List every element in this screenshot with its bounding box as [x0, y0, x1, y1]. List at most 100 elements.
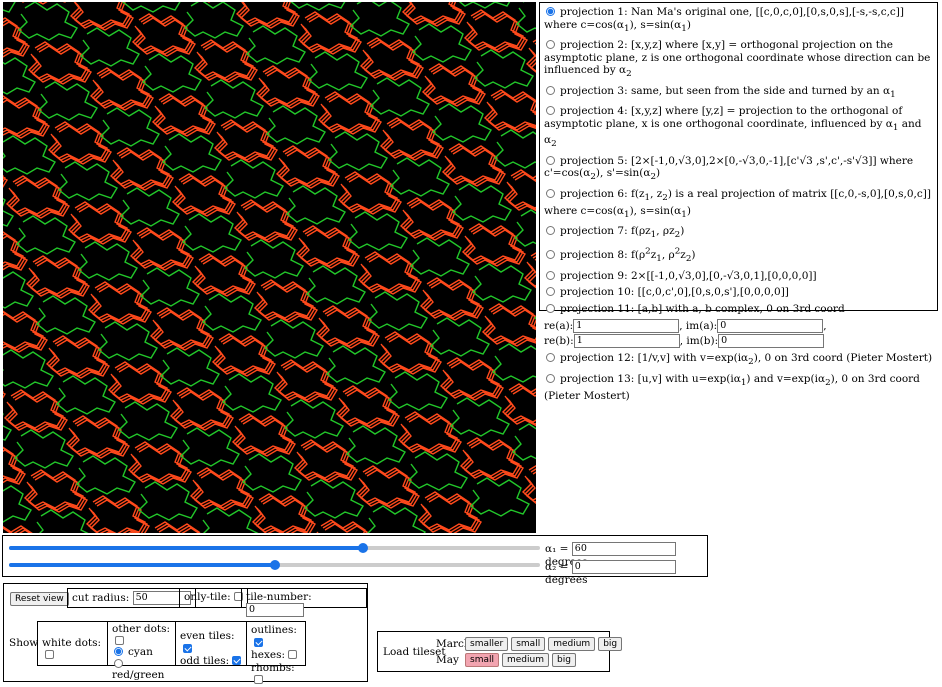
even-tiles-checkbox[interactable] [183, 643, 192, 653]
tile-outline [67, 201, 132, 245]
im-b-label: , im(b): [679, 335, 719, 348]
tile-outline [235, 2, 300, 29]
tile-outline [369, 77, 430, 117]
march-medium-button[interactable]: medium [548, 637, 596, 651]
may-small-button[interactable]: small [465, 653, 499, 667]
tiling-drawing [3, 2, 536, 533]
projection-panel: projection 1: Nan Ma's original one, [[c… [539, 2, 938, 402]
alpha2-slider-fill [9, 563, 275, 567]
alpha1-input[interactable]: 60 [571, 542, 676, 556]
tile-outline [458, 2, 511, 9]
projection-3-radio[interactable] [546, 85, 555, 95]
march-smaller-button[interactable]: smaller [465, 637, 509, 651]
other-dots-checkbox[interactable] [115, 635, 124, 645]
tile-outline [202, 507, 259, 533]
projection-5-radio[interactable] [546, 155, 555, 165]
projection-2-radio[interactable] [546, 40, 555, 50]
projection-option-3[interactable]: projection 3: same, but seen from the si… [544, 85, 933, 102]
tile-outline [389, 157, 450, 197]
outlines-checkbox[interactable] [254, 637, 263, 647]
im-b-input[interactable]: 0 [718, 334, 825, 349]
alpha2-input[interactable]: 0 [571, 560, 676, 574]
reset-view-button[interactable]: Reset view [10, 592, 69, 606]
alpha1-slider[interactable] [9, 543, 540, 553]
tile-outline [335, 385, 400, 429]
projection-10-radio[interactable] [546, 287, 555, 297]
tile-outline [97, 321, 158, 361]
projection-11-radio[interactable] [546, 303, 555, 313]
display-controls: Reset view cut radius: 50 only-tile: til… [3, 583, 368, 684]
hexes-checkbox[interactable] [288, 650, 298, 659]
tile-outline [285, 185, 346, 225]
tile-outline [189, 467, 254, 511]
projection-1-radio[interactable] [546, 7, 555, 16]
tile-outline [201, 293, 262, 333]
projection-7-radio[interactable] [546, 226, 555, 236]
projection-option-1[interactable]: projection 1: Nan Ma's original one, [[c… [544, 6, 933, 35]
rhombs-label: rhombs: [251, 661, 295, 674]
may-medium-button[interactable]: medium [501, 653, 549, 667]
white-dots-checkbox[interactable] [45, 650, 54, 659]
tile-outline [521, 464, 536, 505]
re-b-input[interactable]: 1 [573, 334, 680, 349]
projection-12-radio[interactable] [546, 353, 555, 363]
tile-outline [77, 241, 138, 281]
projection-option-4[interactable]: projection 4: [x,y,z] where [y,z] = proj… [544, 105, 933, 151]
tile-outline [273, 359, 338, 403]
alpha1-slider-thumb[interactable] [358, 543, 369, 553]
alpha2-slider-thumb[interactable] [269, 560, 280, 570]
im-a-label: , im(a): [679, 320, 718, 333]
tile-outline [121, 2, 181, 13]
projection-option-5[interactable]: projection 5: [2×[-1,0,√3,0],2×[0,-√3,0,… [544, 155, 933, 184]
tile-outline [297, 11, 362, 55]
tile-outline [233, 199, 298, 243]
projection-6-radio[interactable] [546, 189, 555, 199]
projection-option-12[interactable]: projection 12: [1/v,v] with v=exp(iα2), … [544, 352, 933, 369]
may-big-button[interactable]: big [551, 653, 576, 667]
tile-outline [481, 303, 536, 347]
show-label: Show [9, 637, 39, 649]
tile-outline [3, 485, 32, 523]
tile-outline [263, 319, 324, 359]
projection-13-label: projection 13: [u,v] with u=exp(iα1) and… [544, 373, 920, 402]
tile-outline [107, 361, 172, 405]
projection-9-radio[interactable] [546, 270, 555, 280]
re-a-input[interactable]: 1 [573, 319, 680, 334]
projection-13-radio[interactable] [546, 374, 555, 384]
projection-option-13[interactable]: projection 13: [u,v] with u=exp(iα1) and… [544, 373, 933, 402]
rhombs-checkbox[interactable] [254, 675, 263, 684]
projection-option-7[interactable]: projection 7: f(ρz1, ρz2) [544, 225, 933, 242]
projection-9-label: projection 9: 2×[[-1,0,√3,0],[0,-√3,0,1]… [560, 269, 817, 282]
projection-7-label: projection 7: f(ρz1, ρz2) [560, 225, 685, 241]
projection-4-radio[interactable] [546, 106, 555, 116]
tile-outline [441, 143, 506, 187]
projection-option-2[interactable]: projection 2: [x,y,z] where [x,y] = orth… [544, 39, 933, 81]
projection-option-6[interactable]: projection 6: f(z1, z2) is a real projec… [544, 188, 933, 221]
cyan-radio[interactable] [114, 647, 123, 656]
march-small-button[interactable]: small [511, 637, 546, 651]
even-tiles-label: even tiles: [180, 630, 235, 642]
im-a-input[interactable]: 0 [717, 319, 824, 334]
tile-outline [161, 133, 222, 173]
tile-outline [265, 105, 326, 145]
tile-outline [316, 519, 369, 533]
tile-outline [137, 481, 198, 521]
tile-outline [45, 335, 110, 379]
tile-outline [451, 183, 512, 223]
projection-option-10[interactable]: projection 10: [[c,0,c',0],[0,s,0,s'],[0… [544, 286, 933, 299]
tile-outline [23, 469, 88, 513]
tile-outline [459, 437, 524, 481]
tile-outline [245, 25, 306, 65]
projection-option-11[interactable]: projection 11: [a,b] with a, b complex, … [544, 303, 933, 316]
march-buttons: smaller small medium big [465, 637, 625, 651]
alpha2-slider[interactable] [9, 560, 540, 570]
march-big-button[interactable]: big [598, 637, 623, 651]
projection-option-8[interactable]: projection 8: f(ρ2z1, ρ2z2) [544, 246, 933, 266]
tile-number-input[interactable]: 0 [246, 603, 304, 617]
red-green-radio[interactable] [114, 658, 123, 668]
odd-tiles-checkbox[interactable] [232, 656, 242, 665]
projection-option-9[interactable]: projection 9: 2×[[-1,0,√3,0],[0,-√3,0,1]… [544, 270, 933, 283]
tile-outline [275, 145, 340, 189]
projection-8-radio[interactable] [546, 250, 555, 260]
tiling-canvas[interactable] [3, 2, 536, 533]
